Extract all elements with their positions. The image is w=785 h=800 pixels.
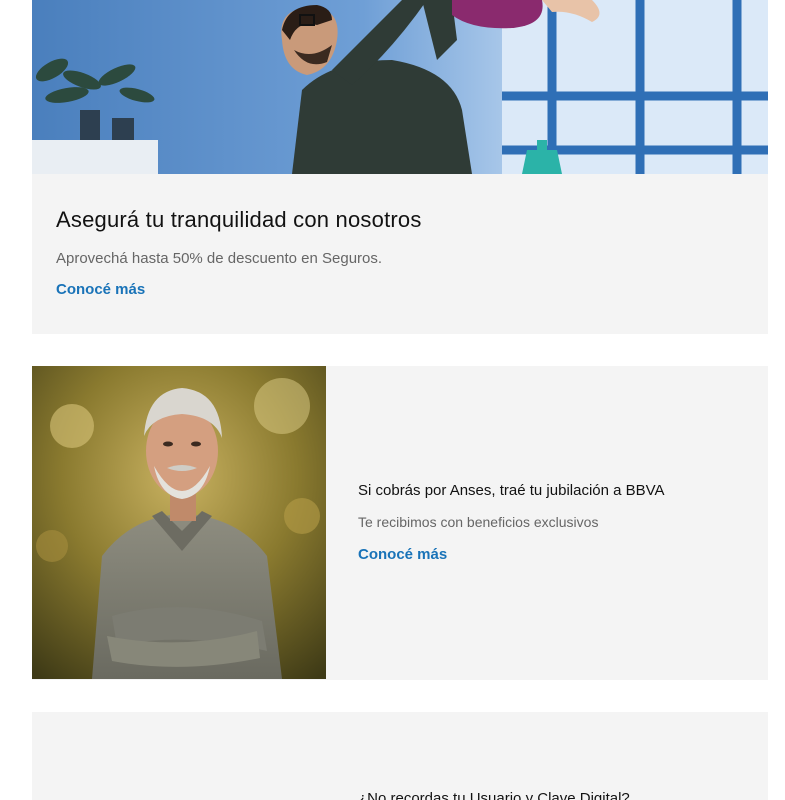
insurance-card-description: Aprovechá hasta 50% de descuento en Segu… [56,250,383,267]
insurance-promo-card[interactable]: Asegurá tu tranquilidad con nosotros Apr… [32,0,768,334]
insurance-card-title: Asegurá tu tranquilidad con nosotros [56,207,422,232]
forgot-credentials-title: ¿No recordas tu Usuario y Clave Digital? [358,790,630,800]
retirement-learn-more-link[interactable]: Conocé más [358,546,447,563]
page: Asegurá tu tranquilidad con nosotros Apr… [0,0,785,800]
forgot-credentials-card[interactable]: ¿No recordas tu Usuario y Clave Digital? [32,712,768,800]
insurance-learn-more-link[interactable]: Conocé más [56,281,145,298]
retirement-card-body: Si cobrás por Anses, traé tu jubilación … [358,366,744,680]
senior-man-photo [32,366,326,679]
retirement-card-title: Si cobrás por Anses, traé tu jubilación … [358,482,665,499]
retirement-promo-card[interactable]: Si cobrás por Anses, traé tu jubilación … [32,366,768,680]
retirement-card-description: Te recibimos con beneficios exclusivos [358,514,599,530]
father-daughter-photo [32,0,768,174]
